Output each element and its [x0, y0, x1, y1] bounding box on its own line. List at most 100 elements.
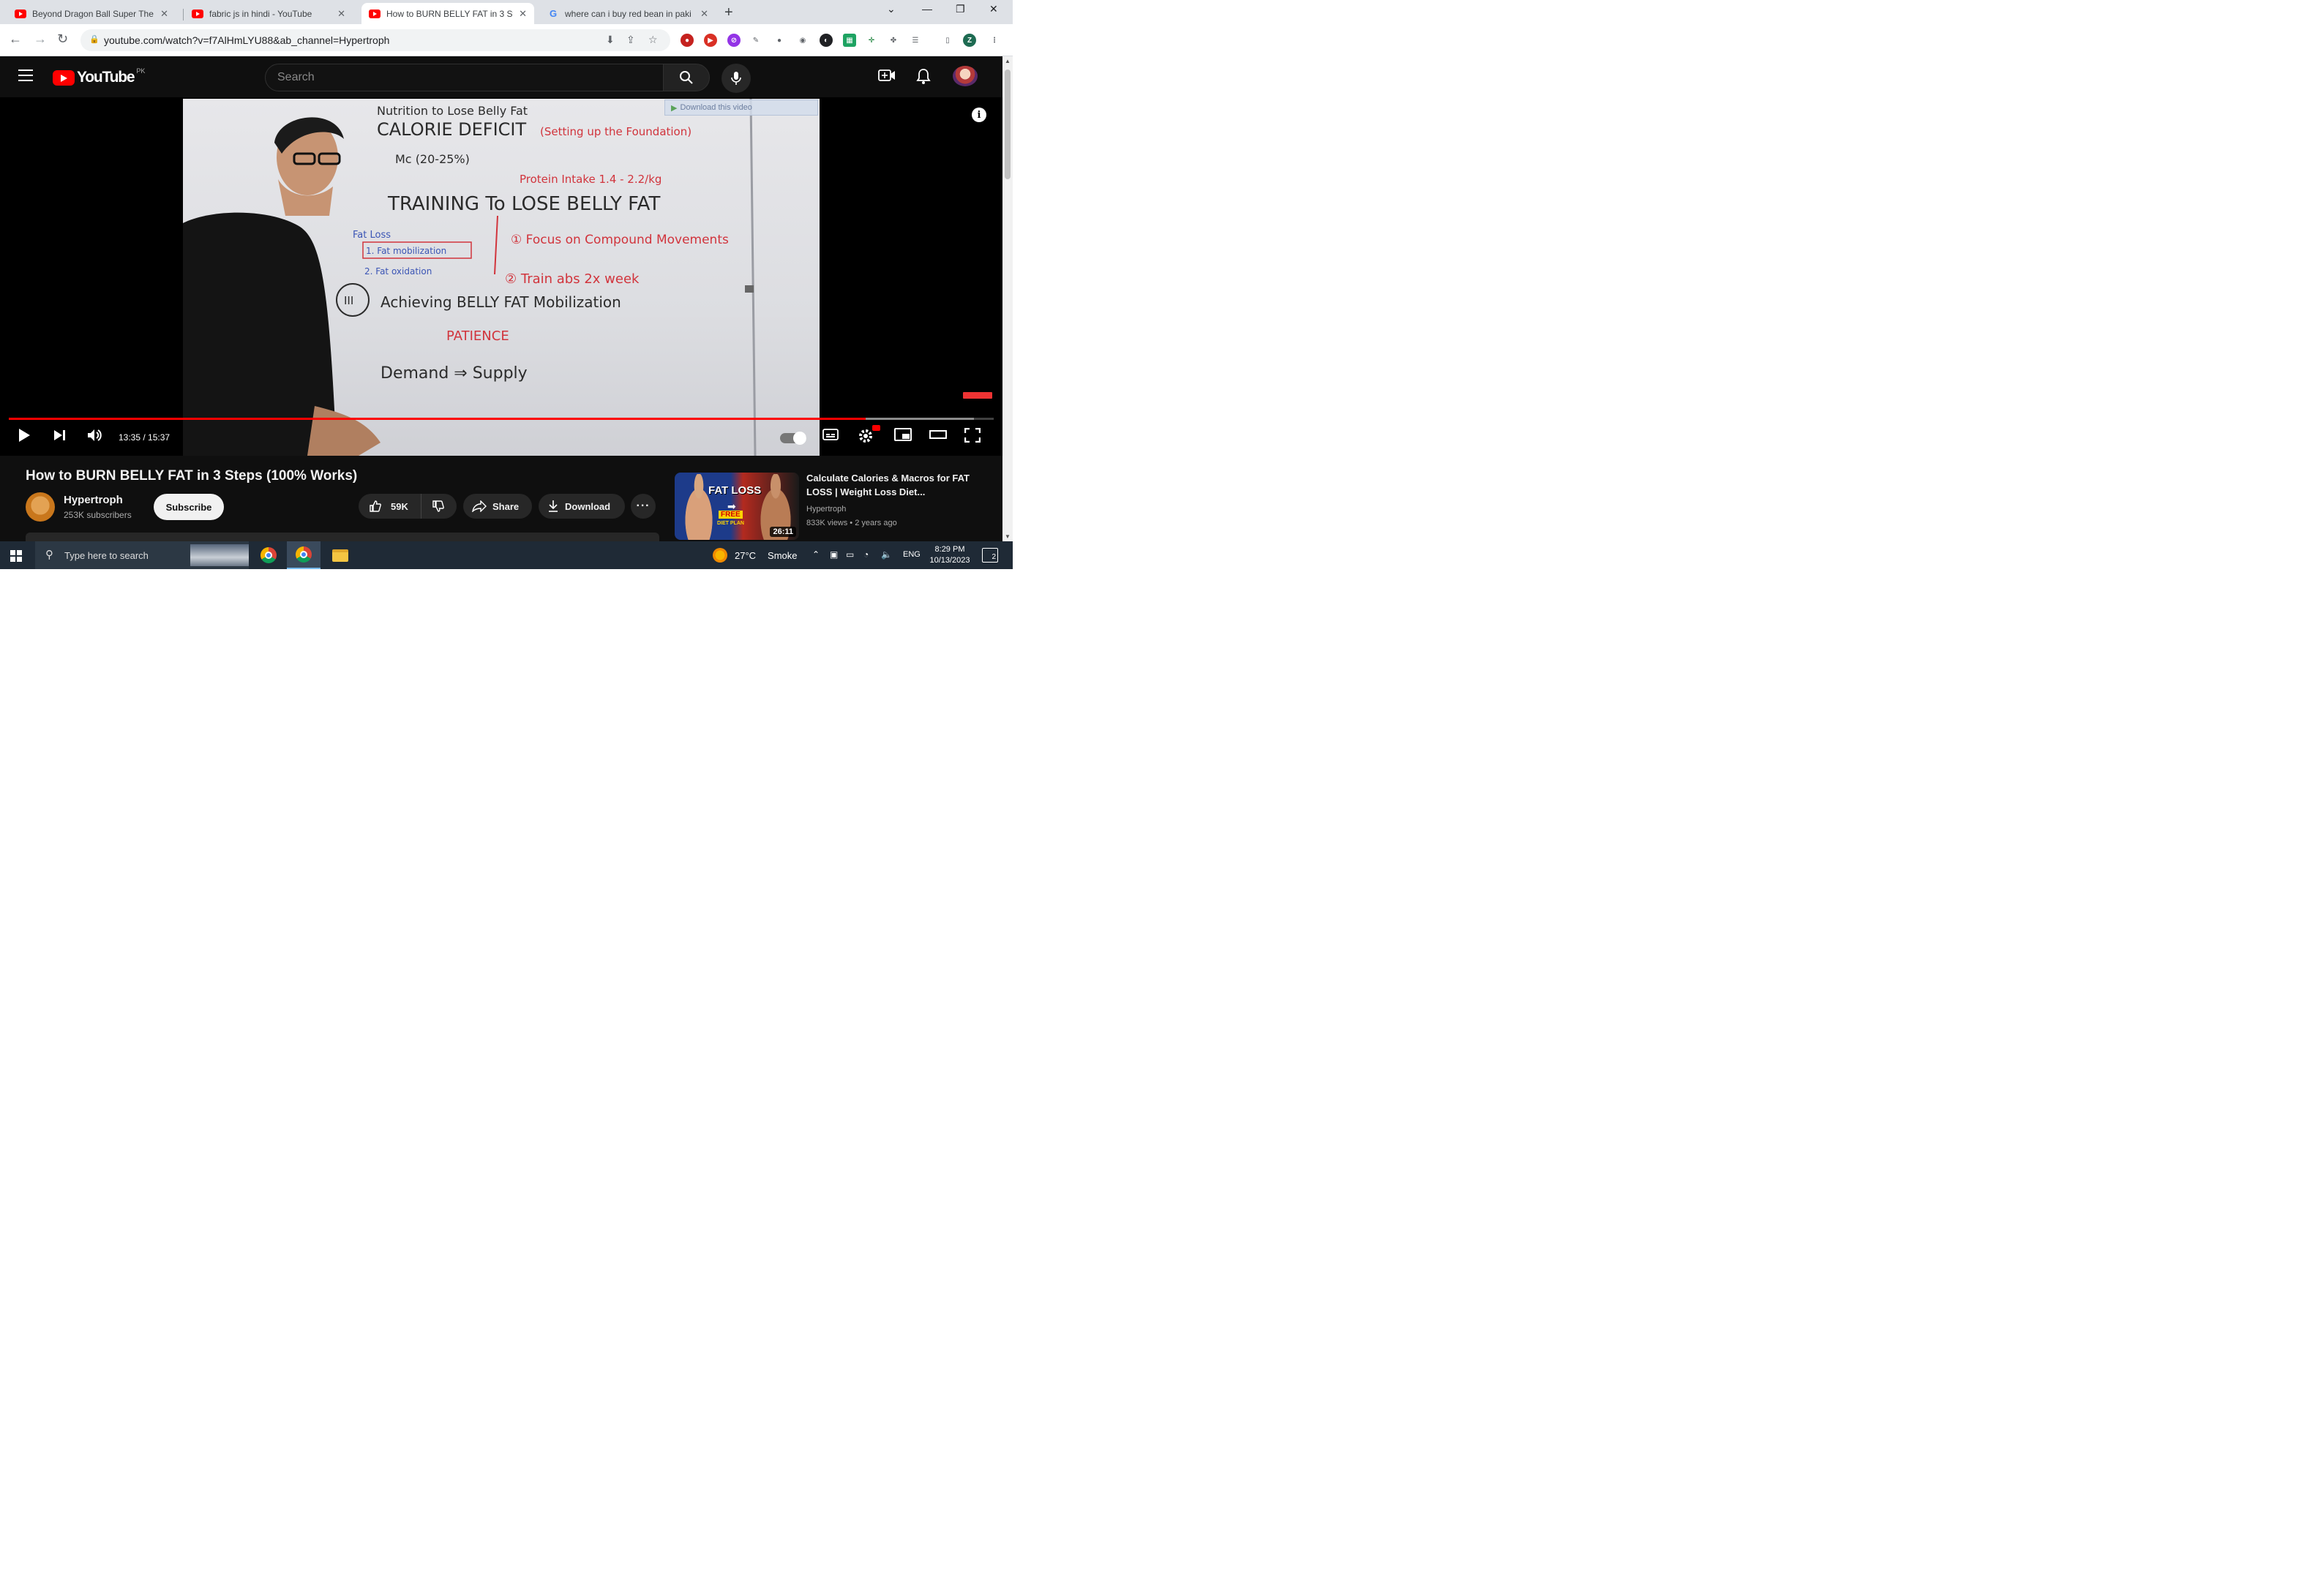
network-icon[interactable]: ◔	[863, 549, 869, 560]
recommended-thumbnail[interactable]: FAT LOSS ➡ FREE DIET PLAN 26:11	[675, 473, 799, 540]
youtube-play-logo-icon	[53, 69, 75, 86]
reading-list-icon[interactable]: ☰	[909, 34, 922, 47]
notification-center-icon[interactable]: 2	[982, 548, 998, 563]
scroll-down-icon[interactable]: ▼	[1005, 533, 1011, 540]
chrome-icon	[296, 546, 312, 563]
tab-search-icon[interactable]: ⌄	[887, 3, 896, 15]
autoplay-toggle[interactable]	[780, 432, 806, 445]
hd-badge	[872, 425, 880, 431]
description-box[interactable]	[26, 533, 659, 541]
speaker-icon[interactable]: 🔈	[881, 549, 892, 560]
info-icon[interactable]: i	[972, 108, 986, 122]
address-bar[interactable]: 🔒 youtube.com/watch?v=f7AlHmLYU88&ab_cha…	[80, 29, 670, 51]
video-player[interactable]: Nutrition to Lose Belly Fat CALORIE DEFI…	[0, 97, 1002, 456]
progress-bar[interactable]	[9, 418, 994, 420]
close-icon[interactable]: ✕	[160, 8, 168, 20]
more-actions-icon[interactable]: ···	[631, 494, 656, 519]
notifications-bell-icon[interactable]	[916, 68, 931, 89]
download-video-overlay[interactable]: ▶ Download this video	[664, 99, 818, 116]
search-highlight-image	[190, 544, 249, 566]
fullscreen-button[interactable]	[964, 427, 981, 446]
extension-icon[interactable]: ✛	[865, 34, 878, 47]
play-button[interactable]	[18, 428, 31, 446]
new-tab-button[interactable]: +	[724, 4, 733, 21]
extension-icon[interactable]: ◉	[796, 34, 809, 47]
close-icon[interactable]: ✕	[337, 8, 345, 20]
taskbar-file-explorer[interactable]	[323, 541, 357, 569]
share-button[interactable]: Share	[463, 494, 532, 519]
screen: Beyond Dragon Ball Super The Ma ✕ fabric…	[0, 0, 1013, 569]
account-avatar[interactable]	[953, 66, 978, 86]
profile-avatar[interactable]: Z	[963, 34, 976, 47]
subscribe-watermark[interactable]	[963, 392, 992, 399]
notification-count: 2	[992, 553, 996, 561]
minimize-icon[interactable]: —	[922, 3, 932, 15]
extension-icon[interactable]: ◐	[820, 34, 833, 47]
side-panel-icon[interactable]: ▯	[941, 34, 954, 47]
channel-name[interactable]: Hypertroph	[64, 494, 123, 506]
bookmark-star-icon[interactable]: ☆	[648, 34, 658, 46]
scroll-thumb[interactable]	[1005, 69, 1011, 179]
recommended-video-title[interactable]: Calculate Calories & Macros for FAT LOSS…	[806, 471, 975, 499]
subtitles-button[interactable]	[822, 428, 839, 445]
share-page-icon[interactable]: ⇪	[626, 34, 635, 46]
download-button[interactable]: Download	[539, 494, 625, 519]
youtube-logo[interactable]: YouTube PK	[53, 67, 145, 86]
note-line: Nutrition to Lose Belly Fat	[377, 104, 528, 118]
close-icon[interactable]: ✕	[700, 8, 708, 20]
back-icon[interactable]: ←	[9, 31, 22, 47]
weather-widget[interactable]: 27°C Smoke	[713, 541, 798, 569]
browser-toolbar: ← → ↻ 🔒 youtube.com/watch?v=f7AlHmLYU88&…	[0, 24, 1013, 56]
subscribe-button[interactable]: Subscribe	[154, 494, 224, 520]
extension-icon[interactable]: ▦	[843, 34, 856, 47]
tray-app-icon[interactable]: ▣	[830, 549, 838, 560]
like-button[interactable]: 59K	[359, 494, 421, 519]
menu-icon[interactable]	[18, 69, 33, 81]
recommended-channel-name[interactable]: Hypertroph	[806, 505, 846, 514]
dislike-button[interactable]	[421, 500, 445, 513]
note-line: Fat Loss	[353, 230, 391, 241]
extension-icon[interactable]: ⊘	[727, 34, 741, 47]
input-language[interactable]: ENG	[903, 550, 921, 559]
extension-icon[interactable]: ▶	[704, 34, 717, 47]
miniplayer-icon	[894, 428, 912, 441]
search-button[interactable]	[663, 64, 710, 91]
channel-avatar[interactable]	[26, 492, 55, 522]
browser-tab-4[interactable]: G where can i buy red bean in paki ✕	[540, 3, 716, 24]
taskbar-chrome-active-app[interactable]	[287, 541, 321, 569]
browser-tab-1[interactable]: Beyond Dragon Ball Super The Ma ✕	[7, 3, 176, 24]
forward-icon[interactable]: →	[34, 31, 47, 47]
browser-tab-active[interactable]: How to BURN BELLY FAT in 3 Ste ✕	[361, 3, 534, 24]
taskbar-clock[interactable]: 8:29 PM 10/13/2023	[926, 544, 973, 566]
windows-start-icon[interactable]	[10, 550, 22, 562]
chevron-up-icon[interactable]: ⌃	[812, 549, 820, 560]
extension-icon[interactable]: ●	[681, 34, 694, 47]
battery-icon[interactable]: ▭	[846, 549, 854, 560]
close-icon[interactable]: ✕	[519, 8, 527, 20]
chrome-menu-icon[interactable]: ⋮	[988, 34, 1001, 47]
url-text: youtube.com/watch?v=f7AlHmLYU88&ab_chann…	[104, 34, 390, 46]
voice-search-button[interactable]	[721, 64, 751, 93]
taskbar-search-input[interactable]: ⚲ Type here to search	[35, 541, 249, 569]
settings-button[interactable]	[858, 428, 874, 448]
scroll-up-icon[interactable]: ▲	[1005, 58, 1011, 64]
volume-button[interactable]	[86, 428, 104, 446]
theater-mode-button[interactable]	[929, 428, 947, 445]
miniplayer-button[interactable]	[894, 428, 912, 445]
taskbar-chrome-app[interactable]	[252, 541, 285, 569]
thumbnail-headline: FAT LOSS	[708, 484, 762, 497]
browser-tab-2[interactable]: fabric js in hindi - YouTube ✕	[184, 3, 353, 24]
restore-icon[interactable]: ❐	[956, 3, 965, 15]
create-video-icon[interactable]	[878, 68, 896, 87]
mic-extension-icon[interactable]: ●	[773, 34, 786, 47]
page-scrollbar[interactable]: ▲ ▼	[1002, 56, 1013, 541]
reload-icon[interactable]: ↻	[57, 31, 68, 47]
next-button[interactable]	[53, 428, 67, 446]
window-close-icon[interactable]: ✕	[989, 3, 998, 15]
extension-icon[interactable]: ✎	[749, 34, 762, 47]
install-icon[interactable]: ⬇	[606, 34, 615, 46]
video-duration-badge: 26:11	[770, 527, 796, 537]
search-input[interactable]: Search	[265, 64, 664, 91]
extensions-puzzle-icon[interactable]: ✤	[887, 34, 900, 47]
thumbs-up-icon	[370, 500, 381, 512]
